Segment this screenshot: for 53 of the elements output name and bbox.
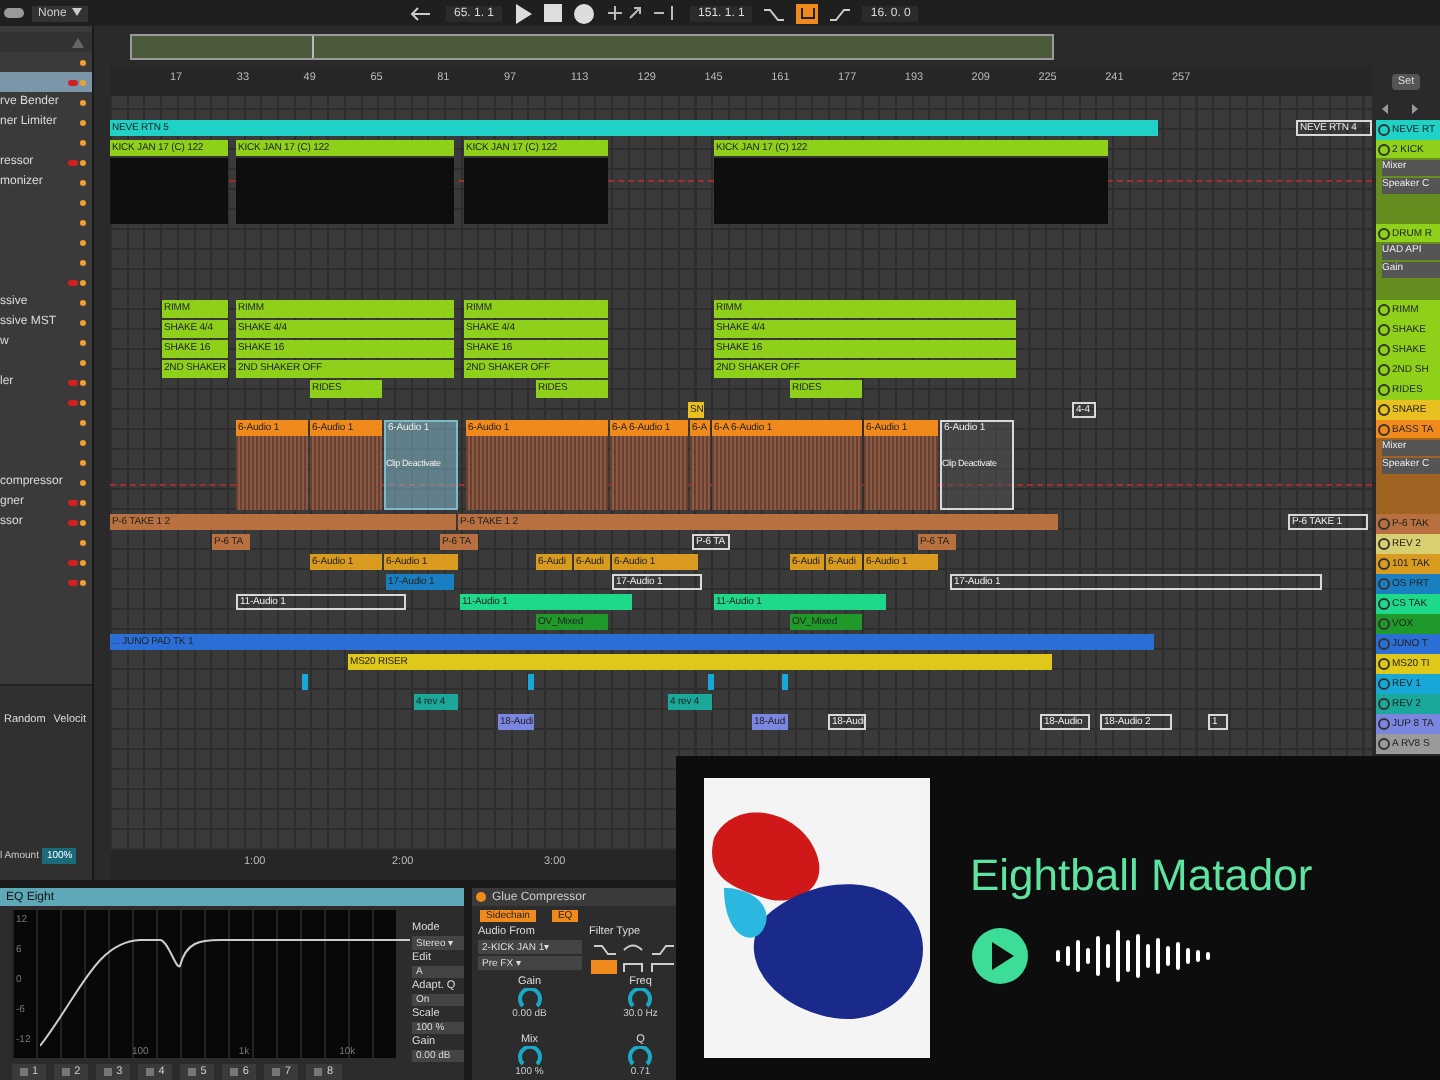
- play-icon[interactable]: [514, 3, 533, 23]
- dot-icon: [80, 439, 86, 445]
- loop-button[interactable]: [796, 3, 819, 23]
- knob[interactable]: [517, 1046, 542, 1066]
- caret-icon[interactable]: [72, 7, 83, 15]
- dot-icon: [80, 259, 86, 265]
- dot-icon: [80, 559, 86, 565]
- filter-shapes-icon[interactable]: [589, 940, 677, 976]
- dot-icon: [80, 159, 86, 165]
- dot-icon: [80, 299, 86, 305]
- clip[interactable]: [302, 674, 308, 690]
- dot-icon: [80, 199, 86, 205]
- curve-icon[interactable]: [830, 5, 851, 21]
- dot-icon: [80, 459, 86, 465]
- dot-icon: [80, 379, 86, 385]
- dot-icon: [80, 139, 86, 145]
- stop-icon[interactable]: [544, 4, 563, 22]
- collapse-icon[interactable]: [72, 37, 84, 47]
- knob[interactable]: [517, 988, 542, 1008]
- knob[interactable]: [628, 988, 653, 1008]
- dot-icon: [80, 479, 86, 485]
- dot-icon: [80, 279, 86, 285]
- dot-icon: [80, 539, 86, 545]
- song-title: Eightball Matador: [970, 850, 1313, 902]
- curve-icon[interactable]: [764, 5, 785, 21]
- clip[interactable]: [708, 674, 714, 690]
- dot-icon: [80, 499, 86, 505]
- dot-icon: [80, 519, 86, 525]
- dot-icon: [80, 79, 86, 85]
- dot-icon: [80, 99, 86, 105]
- overview-bar[interactable]: [130, 34, 1054, 60]
- dot-icon: [80, 419, 86, 425]
- browser-item[interactable]: [0, 72, 92, 92]
- record-icon[interactable]: [574, 3, 595, 23]
- clip[interactable]: [782, 674, 788, 690]
- toolbar-icons[interactable]: [606, 4, 679, 22]
- nav-icon[interactable]: [1382, 103, 1418, 113]
- dot-icon: [80, 359, 86, 365]
- toggle-icon[interactable]: [4, 8, 24, 18]
- dot-icon: [80, 579, 86, 585]
- dot-icon: [80, 319, 86, 325]
- play-button[interactable]: [970, 926, 1030, 986]
- clip[interactable]: [528, 674, 534, 690]
- arrow-icon[interactable]: [410, 5, 434, 21]
- dot-icon: [80, 399, 86, 405]
- dot-icon: [80, 59, 86, 65]
- knob[interactable]: [628, 1046, 653, 1066]
- dot-icon: [80, 339, 86, 345]
- power-icon[interactable]: [476, 892, 486, 902]
- dot-icon: [80, 239, 86, 245]
- dot-icon: [80, 219, 86, 225]
- dot-icon: [80, 119, 86, 125]
- dot-icon: [80, 179, 86, 185]
